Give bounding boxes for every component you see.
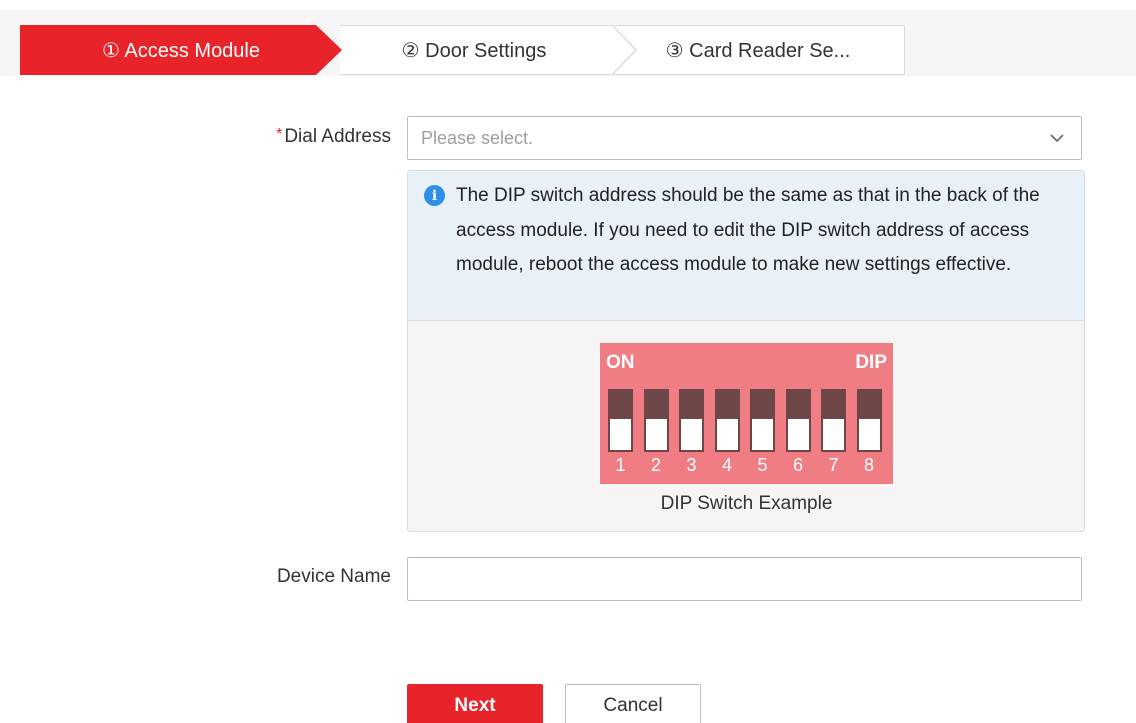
cancel-button[interactable]: Cancel	[565, 684, 701, 723]
chevron-down-icon	[1050, 134, 1064, 143]
dial-address-select[interactable]: Please select.	[407, 116, 1082, 160]
dip-switch-top	[643, 389, 669, 419]
dip-switch	[643, 389, 669, 453]
dip-switch	[714, 389, 740, 453]
dip-switch-number: 2	[650, 455, 661, 475]
dip-switch-top	[679, 389, 704, 419]
dip-switch-top	[750, 389, 775, 419]
dip-switch-bottom	[714, 419, 740, 452]
dip-switch-top	[856, 389, 882, 419]
dip-switch-number: 1	[615, 455, 626, 475]
dip-switch-top	[821, 389, 846, 419]
dip-switch-number: 5	[757, 455, 768, 475]
dip-switch	[856, 389, 882, 453]
dip-switch	[821, 389, 846, 453]
dip-caption: DIP Switch Example	[660, 493, 833, 514]
dip-info-panel: i The DIP switch address should be the s…	[407, 170, 1085, 532]
dip-switch	[679, 389, 704, 453]
dip-switch-number: 6	[792, 455, 803, 475]
dip-switch-bottom	[679, 419, 704, 452]
required-mark: *	[276, 126, 283, 143]
dip-switch-bottom	[643, 419, 669, 452]
dip-switch-bottom	[608, 419, 633, 452]
info-icon: i	[424, 185, 445, 206]
dip-switch-number: 7	[828, 455, 839, 475]
device-name-label: Device Name	[276, 566, 391, 587]
dip-switch-illustration: ON DIP 1 2 3 4 5 6 7 8	[600, 343, 893, 484]
dip-switch-bottom	[785, 419, 811, 452]
dip-switch-top	[608, 389, 633, 419]
dip-switch	[750, 389, 775, 453]
step-card-reader-settings[interactable]: ③ Card Reader Se...	[612, 25, 904, 75]
next-button[interactable]: Next	[407, 684, 543, 723]
step-door-settings[interactable]: ② Door Settings	[334, 25, 614, 75]
dip-on-label: ON	[606, 352, 635, 373]
dip-switch-number: 4	[721, 455, 732, 475]
dial-address-placeholder: Please select.	[421, 127, 534, 148]
dial-address-label: * Dial Address	[276, 126, 391, 147]
dip-switch	[785, 389, 811, 453]
info-text: The DIP switch address should be the sam…	[456, 185, 1040, 275]
dip-switch-number: 8	[863, 455, 874, 475]
dip-switch-number: 3	[686, 455, 697, 475]
dip-label: DIP	[855, 352, 887, 373]
step-access-module[interactable]: ① Access Module	[20, 25, 342, 75]
info-message: i The DIP switch address should be the s…	[408, 171, 1084, 321]
dip-switch-bottom	[750, 419, 775, 452]
dip-switch-top	[714, 389, 740, 419]
dip-switch	[608, 389, 633, 453]
dip-switch-top	[785, 389, 811, 419]
device-name-input[interactable]	[407, 557, 1082, 601]
dip-switch-bottom	[821, 419, 846, 452]
dip-switch-bottom	[856, 419, 882, 452]
